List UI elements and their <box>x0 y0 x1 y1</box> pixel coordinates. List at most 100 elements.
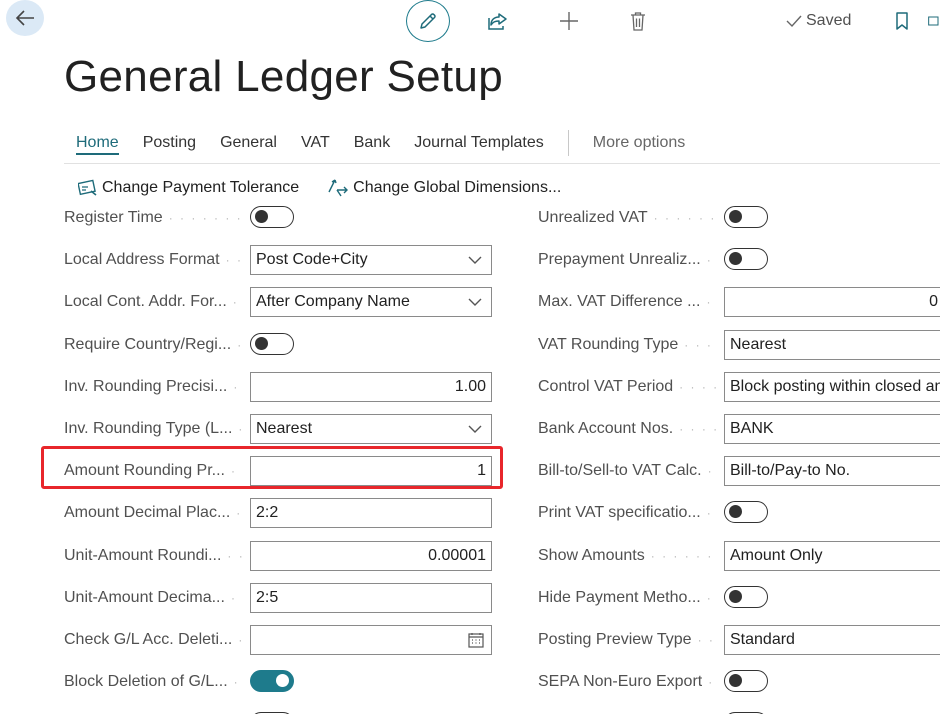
toggle-switch[interactable] <box>724 206 768 228</box>
change-payment-tolerance-label: Change Payment Tolerance <box>102 179 300 196</box>
select-field[interactable]: Post Code+City <box>250 245 492 276</box>
leader-dots: · · · · · · · · · · · · · · · <box>650 548 716 563</box>
field-value: After Company Name <box>256 293 410 311</box>
leader-dots: · · · · · · · · · · · · · · · <box>679 379 716 394</box>
input-field[interactable]: 0.00001 <box>250 540 492 571</box>
field-row-prepayment-unrealiz: Prepayment Unrealiz... · · · · · · · · · … <box>538 245 940 275</box>
field-label: Bank Account Nos. <box>538 420 674 437</box>
input-field[interactable]: Amount Only <box>724 540 940 571</box>
more-options-button[interactable]: More options <box>593 134 686 152</box>
field-row-print-vat-specificatio: Print VAT specificatio... · · · · · · · ·… <box>538 498 940 528</box>
pencil-icon <box>420 13 436 29</box>
field-value: Amount Only <box>730 546 823 564</box>
date-field[interactable] <box>250 625 492 655</box>
change-payment-tolerance-button[interactable]: Change Payment Tolerance <box>78 179 299 197</box>
toggle-knob <box>729 505 742 519</box>
input-field[interactable]: Nearest <box>724 329 940 360</box>
tab-bank[interactable]: Bank <box>354 131 390 155</box>
dimensions-icon <box>328 179 349 197</box>
new-button[interactable] <box>556 9 582 33</box>
select-field[interactable]: Nearest <box>250 414 492 444</box>
field-label: Prepayment Unrealiz... <box>538 251 701 269</box>
leader-dots: · · · · · · · · · · · · · · · <box>679 422 716 436</box>
field-label: Check G/L Acc. Deleti... <box>64 631 233 648</box>
input-field[interactable]: Bill-to/Pay-to No. <box>724 456 940 487</box>
open-new-window-button[interactable] <box>928 9 940 33</box>
field-label: Show Amounts <box>538 546 645 564</box>
toggle-knob <box>729 252 742 266</box>
field-row-bank-account-nos: Bank Account Nos. · · · · · · · · · · · ·… <box>538 414 940 444</box>
field-label: Bill-to/Sell-to VAT Calc. <box>538 462 702 480</box>
back-button[interactable] <box>6 0 44 36</box>
window-icon <box>928 16 939 26</box>
field-label: Print VAT specificatio... <box>538 504 701 522</box>
input-field[interactable]: BANK <box>724 414 940 444</box>
toggle-switch[interactable] <box>724 670 768 693</box>
leader-dots: · · · · · · · · · · · · · · · <box>238 625 242 655</box>
field-value: 0 <box>929 293 938 311</box>
leader-dots: · · · · · · · · · · · · · · · <box>708 675 716 690</box>
field-row-max-vat-difference: Max. VAT Difference ... · · · · · · · · ·… <box>538 287 940 318</box>
field-value: Standard <box>730 631 795 648</box>
field-label: VAT Rounding Type <box>538 335 679 353</box>
change-global-dimensions-button[interactable]: Change Global Dimensions... <box>327 178 561 198</box>
field-label: Max. VAT Difference ... <box>538 293 701 311</box>
field-label: SEPA Non-Euro Export <box>538 673 703 691</box>
leader-dots: · · · · · · · · · · · · · · · <box>706 253 716 268</box>
chevron-down-icon <box>468 298 482 307</box>
field-value: 2:5 <box>256 588 279 606</box>
toggle-switch[interactable] <box>724 501 768 524</box>
leader-dots: · · · · · · · · · · · · · · · <box>706 506 716 521</box>
field-value: 0.00001 <box>428 546 486 564</box>
saved-label: Saved <box>806 12 852 29</box>
leader-dots: · · · · · · · · · · · · · · · <box>233 675 242 690</box>
input-field[interactable]: 2:5 <box>250 582 492 613</box>
field-label: Unit-Amount Roundi... <box>64 546 222 564</box>
toggle-switch[interactable] <box>250 206 294 228</box>
share-icon <box>488 13 507 30</box>
edit-button[interactable] <box>406 0 450 42</box>
toggle-switch[interactable] <box>724 585 768 608</box>
field-row-control-vat-period: Control VAT Period · · · · · · · · · · · … <box>538 371 940 402</box>
input-field[interactable]: Standard <box>724 625 940 655</box>
leader-dots: · · · · · · · · · · · · · · · <box>684 337 716 352</box>
delete-button[interactable] <box>626 9 650 33</box>
field-row-bill-to-sell-to-vat-calc: Bill-to/Sell-to VAT Calc. · · · · · · · ·… <box>538 456 940 487</box>
tab-divider <box>64 163 940 164</box>
bookmark-icon <box>896 12 908 30</box>
toggle-switch[interactable] <box>250 670 294 693</box>
tab-vat[interactable]: VAT <box>301 131 330 155</box>
field-label: Inv. Rounding Precisi... <box>64 377 228 395</box>
input-field[interactable]: Block posting within closed an <box>724 371 940 402</box>
toggle-knob <box>729 589 742 603</box>
tab-home[interactable]: Home <box>76 131 119 155</box>
tab-bar: Home Posting General VAT Bank Journal Te… <box>76 130 685 156</box>
field-value: Bill-to/Pay-to No. <box>730 462 851 480</box>
field-value: Nearest <box>730 335 787 353</box>
select-field[interactable]: After Company Name <box>250 287 492 318</box>
tab-general[interactable]: General <box>220 131 277 155</box>
leader-dots: · · · · · · · · · · · · · · · <box>706 590 716 605</box>
bookmark-button[interactable] <box>892 9 912 33</box>
field-label: Require Country/Regi... <box>64 335 232 353</box>
field-label: Block Deletion of G/L... <box>64 673 228 691</box>
leader-dots: · · · · · · · · · · · · · · · <box>697 633 716 647</box>
leader-dots: · · · · · · · · · · · · · · · <box>227 548 242 563</box>
leader-dots: · · · · · · · · · · · · · · · <box>706 295 716 310</box>
tab-posting[interactable]: Posting <box>143 131 196 155</box>
leader-dots: · · · · · · · · · · · · · · · <box>707 464 716 479</box>
field-label: Register Time <box>64 209 163 226</box>
input-field[interactable]: 1.00 <box>250 371 492 402</box>
input-field[interactable]: 2:2 <box>250 498 492 529</box>
field-value: 2:2 <box>256 504 279 522</box>
field-label: Amount Decimal Plac... <box>64 504 231 522</box>
field-row-hide-payment-metho: Hide Payment Metho... · · · · · · · · · ·… <box>538 583 940 613</box>
tab-journal-templates[interactable]: Journal Templates <box>414 131 544 155</box>
toggle-switch[interactable] <box>250 332 294 355</box>
leader-dots: · · · · · · · · · · · · · · · <box>232 295 242 310</box>
share-button[interactable] <box>485 9 511 33</box>
toggle-knob <box>255 210 268 223</box>
toggle-switch[interactable] <box>724 248 768 271</box>
input-field[interactable]: 0 <box>724 287 940 318</box>
leader-dots: · · · · · · · · · · · · · · · <box>230 590 242 605</box>
